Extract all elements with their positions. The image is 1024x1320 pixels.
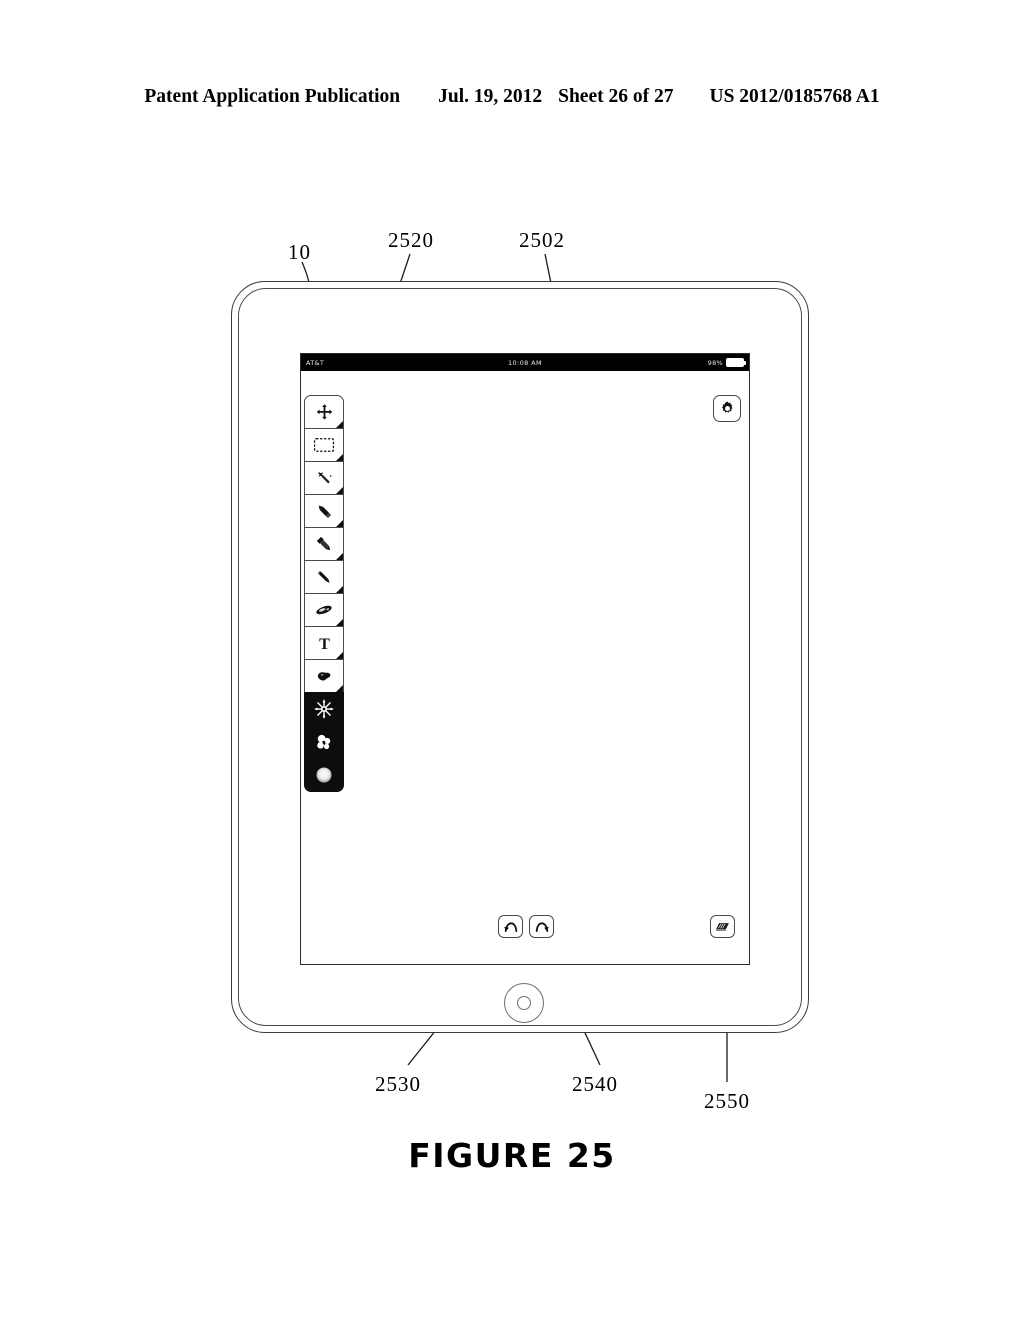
tool-button-pen[interactable]: [304, 494, 344, 528]
tool-button-stamp[interactable]: [304, 659, 344, 693]
tool-button-magic-wand[interactable]: [304, 461, 344, 495]
settings-button[interactable]: [713, 395, 741, 422]
tool-palette[interactable]: T: [304, 395, 344, 792]
stamp-icon: [317, 671, 330, 681]
status-time-label: 10:08 AM: [507, 358, 543, 367]
tool-corner-indicator: [335, 585, 343, 593]
undo-button[interactable]: [498, 915, 523, 938]
status-battery-percent-label: 98%: [707, 358, 723, 367]
figure-caption: FIGURE 25: [408, 1136, 616, 1175]
tool-button-marquee[interactable]: [304, 428, 344, 462]
tool-button-pencil[interactable]: [304, 560, 344, 594]
tool-corner-indicator: [335, 420, 343, 428]
tool-button-petals[interactable]: [304, 725, 344, 759]
tool-button-round-brush[interactable]: [304, 758, 344, 792]
header-date: Jul. 19, 2012: [438, 86, 543, 107]
battery-icon: [726, 358, 746, 367]
header-publication-number: US 2012/0185768 A1: [709, 86, 880, 107]
sparkle-icon: [314, 699, 334, 719]
reference-numeral-2520: 2520: [388, 228, 434, 252]
drawing-canvas[interactable]: T: [301, 371, 749, 964]
tool-corner-indicator: [335, 552, 343, 560]
marquee-icon: [313, 438, 335, 452]
tool-button-move[interactable]: [304, 395, 344, 429]
tool-corner-indicator: [335, 651, 343, 659]
tool-corner-indicator: [335, 453, 343, 461]
layers-button[interactable]: [710, 915, 735, 938]
move-icon: [316, 403, 332, 420]
gear-icon: [721, 401, 733, 413]
tool-corner-indicator: [335, 684, 343, 692]
tool-corner-indicator: [335, 486, 343, 494]
petals-icon: [317, 734, 331, 749]
pen-icon: [318, 505, 331, 518]
svg-text:T: T: [319, 636, 330, 653]
magic-wand-icon: [317, 471, 331, 483]
reference-numeral-10: 10: [288, 240, 311, 264]
tool-corner-indicator: [335, 618, 343, 626]
undo-arrow-icon: [503, 922, 517, 933]
reference-numeral-2550: 2550: [704, 1089, 750, 1113]
reference-numeral-2502: 2502: [519, 228, 565, 252]
home-button[interactable]: [504, 983, 544, 1023]
tool-corner-indicator: [335, 519, 343, 527]
marker-icon: [316, 536, 330, 550]
home-button-inner-circle: [517, 996, 531, 1010]
smudge-icon: [316, 605, 332, 615]
tablet-screen: AT&T 10:08 AM 98% T: [300, 353, 750, 965]
status-bar: AT&T 10:08 AM 98%: [301, 354, 749, 371]
header-publication: Patent Application Publication: [144, 86, 401, 107]
tool-button-marker[interactable]: [304, 527, 344, 561]
reference-numeral-2540: 2540: [572, 1072, 618, 1096]
tool-button-sparkle[interactable]: [304, 692, 344, 726]
tool-button-smudge[interactable]: [304, 593, 344, 627]
text-icon: T: [319, 636, 330, 653]
header-sheet: Sheet 26 of 27: [558, 86, 674, 107]
redo-arrow-icon: [535, 922, 549, 933]
redo-button[interactable]: [529, 915, 554, 938]
dot-circle-icon: [316, 767, 332, 783]
tool-button-text[interactable]: T: [304, 626, 344, 660]
layers-icon: [716, 922, 729, 931]
pencil-icon: [317, 570, 330, 583]
page-header: Patent Application Publication Jul. 19, …: [0, 86, 1024, 108]
reference-numeral-2530: 2530: [375, 1072, 421, 1096]
status-right-group: 98%: [707, 358, 746, 367]
